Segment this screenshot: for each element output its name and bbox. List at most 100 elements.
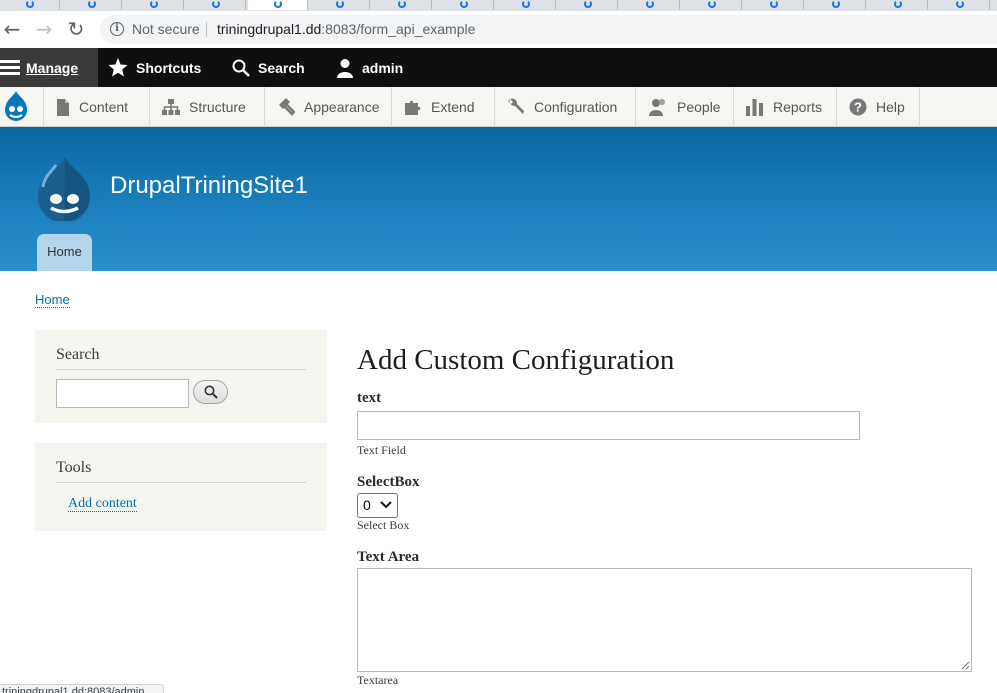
textarea-label: Text Area <box>357 549 420 565</box>
drupal-logo-icon <box>5 91 27 121</box>
help-icon: ? <box>849 98 867 116</box>
hamburger-icon <box>0 60 20 76</box>
toolbar-manage[interactable]: Manage <box>0 48 98 87</box>
bar-chart-icon <box>746 99 763 116</box>
textarea-description: Textarea <box>357 673 399 687</box>
tray-item-structure[interactable]: Structure <box>150 87 265 127</box>
browser-tab[interactable] <box>62 0 122 10</box>
selectbox-description: Select Box <box>357 518 410 532</box>
tab-favicon-icon <box>832 0 840 8</box>
toolbar-manage-label: Manage <box>26 59 79 76</box>
site-header: DrupalTriningSite1 Home <box>0 127 997 271</box>
text-field-input[interactable] <box>357 411 860 440</box>
text-field-description: Text Field <box>357 443 406 457</box>
omnibox-divider <box>206 22 207 37</box>
tab-favicon-icon <box>150 0 158 8</box>
tray-item-structure-label: Structure <box>189 99 246 115</box>
browser-tab[interactable] <box>930 0 990 10</box>
back-arrow-icon[interactable]: ← <box>0 17 24 41</box>
browser-tab[interactable] <box>620 0 680 10</box>
url-text[interactable]: triningdrupal1.dd:8083/form_api_example <box>217 21 475 37</box>
chevron-down-icon <box>380 501 392 509</box>
url-path: :8083/form_api_example <box>321 21 476 37</box>
breadcrumb-home-link[interactable]: Home <box>35 292 70 308</box>
tab-favicon-icon <box>460 0 468 8</box>
admin-toolbar: Manage Shortcuts Search admin <box>0 48 997 87</box>
textarea-input[interactable] <box>357 568 972 672</box>
tab-favicon-icon <box>584 0 592 8</box>
browser-tab[interactable] <box>310 0 370 10</box>
block-divider <box>56 369 306 370</box>
search-block-title: Search <box>56 346 100 363</box>
puzzle-icon <box>405 100 421 115</box>
selectbox-value: 0 <box>363 497 371 513</box>
resize-grip-icon[interactable] <box>960 660 970 670</box>
toolbar-shortcuts[interactable]: Shortcuts <box>108 48 201 87</box>
browser-address-bar: ← → ↻ i Not secure triningdrupal1.dd:808… <box>0 11 997 48</box>
tools-block-title: Tools <box>56 459 92 476</box>
selectbox-select[interactable]: 0 <box>357 493 398 518</box>
reload-icon[interactable]: ↻ <box>64 17 88 41</box>
tray-item-configuration[interactable]: Configuration <box>495 87 636 127</box>
browser-tab[interactable] <box>372 0 432 10</box>
tray-item-extend[interactable]: Extend <box>392 87 495 127</box>
browser-tab[interactable] <box>0 0 60 10</box>
browser-tab-strip <box>0 0 997 11</box>
browser-tab-active[interactable] <box>248 0 308 10</box>
wrench-icon <box>508 98 524 114</box>
user-icon <box>337 58 353 78</box>
site-logo-icon[interactable] <box>34 155 94 221</box>
tab-favicon-icon <box>398 0 406 8</box>
toolbar-user[interactable]: admin <box>336 48 403 87</box>
site-name[interactable]: DrupalTriningSite1 <box>110 172 308 200</box>
forward-arrow-icon[interactable]: → <box>32 17 56 41</box>
browser-tab[interactable] <box>496 0 556 10</box>
tray-item-people-label: People <box>677 99 721 115</box>
tray-item-reports[interactable]: Reports <box>734 87 837 127</box>
search-icon <box>204 385 218 399</box>
tray-item-people[interactable]: People <box>636 87 734 127</box>
paintbrush-icon <box>279 98 295 116</box>
tab-favicon-icon <box>894 0 902 8</box>
file-icon <box>57 98 69 116</box>
selectbox-label: SelectBox <box>357 474 420 490</box>
browser-tab[interactable] <box>744 0 804 10</box>
tab-favicon-icon <box>522 0 530 8</box>
browser-tab[interactable] <box>682 0 742 10</box>
tray-item-content[interactable]: Content <box>44 87 150 127</box>
svg-text:?: ? <box>854 100 862 115</box>
browser-tab[interactable] <box>124 0 184 10</box>
tools-block: Tools Add content <box>35 443 327 531</box>
page-title: Add Custom Configuration <box>357 344 675 376</box>
omnibox[interactable]: i Not secure triningdrupal1.dd:8083/form… <box>100 15 997 44</box>
tray-item-appearance-label: Appearance <box>304 99 380 115</box>
browser-tab[interactable] <box>434 0 494 10</box>
tray-item-help-label: Help <box>876 99 905 115</box>
toolbar-search[interactable]: Search <box>232 48 305 87</box>
toolbar-shortcuts-label: Shortcuts <box>136 59 202 76</box>
add-content-link[interactable]: Add content <box>68 496 137 512</box>
block-divider <box>56 482 306 483</box>
search-submit-button[interactable] <box>193 380 228 404</box>
tab-favicon-icon <box>770 0 778 8</box>
browser-status-url: triningdrupal1.dd:8083/admin <box>0 684 164 693</box>
browser-tab[interactable] <box>868 0 928 10</box>
search-input[interactable] <box>56 379 189 408</box>
info-icon[interactable]: i <box>110 22 124 36</box>
tray-item-appearance[interactable]: Appearance <box>265 87 392 127</box>
browser-tab[interactable] <box>558 0 618 10</box>
tray-item-help[interactable]: ? Help <box>837 87 920 127</box>
browser-tab[interactable] <box>186 0 246 10</box>
url-host: triningdrupal1.dd <box>217 21 322 37</box>
browser-tab[interactable] <box>806 0 866 10</box>
tab-favicon-icon <box>212 0 220 8</box>
star-icon <box>108 58 128 77</box>
tray-item-extend-label: Extend <box>431 99 475 115</box>
security-label[interactable]: Not secure <box>132 21 200 37</box>
tab-favicon-icon <box>708 0 716 8</box>
text-field-label: text <box>357 390 382 406</box>
drupal-home-link[interactable] <box>0 87 44 127</box>
nav-home-tab[interactable]: Home <box>37 234 92 271</box>
tray-item-content-label: Content <box>79 99 129 115</box>
toolbar-user-label: admin <box>362 59 404 76</box>
